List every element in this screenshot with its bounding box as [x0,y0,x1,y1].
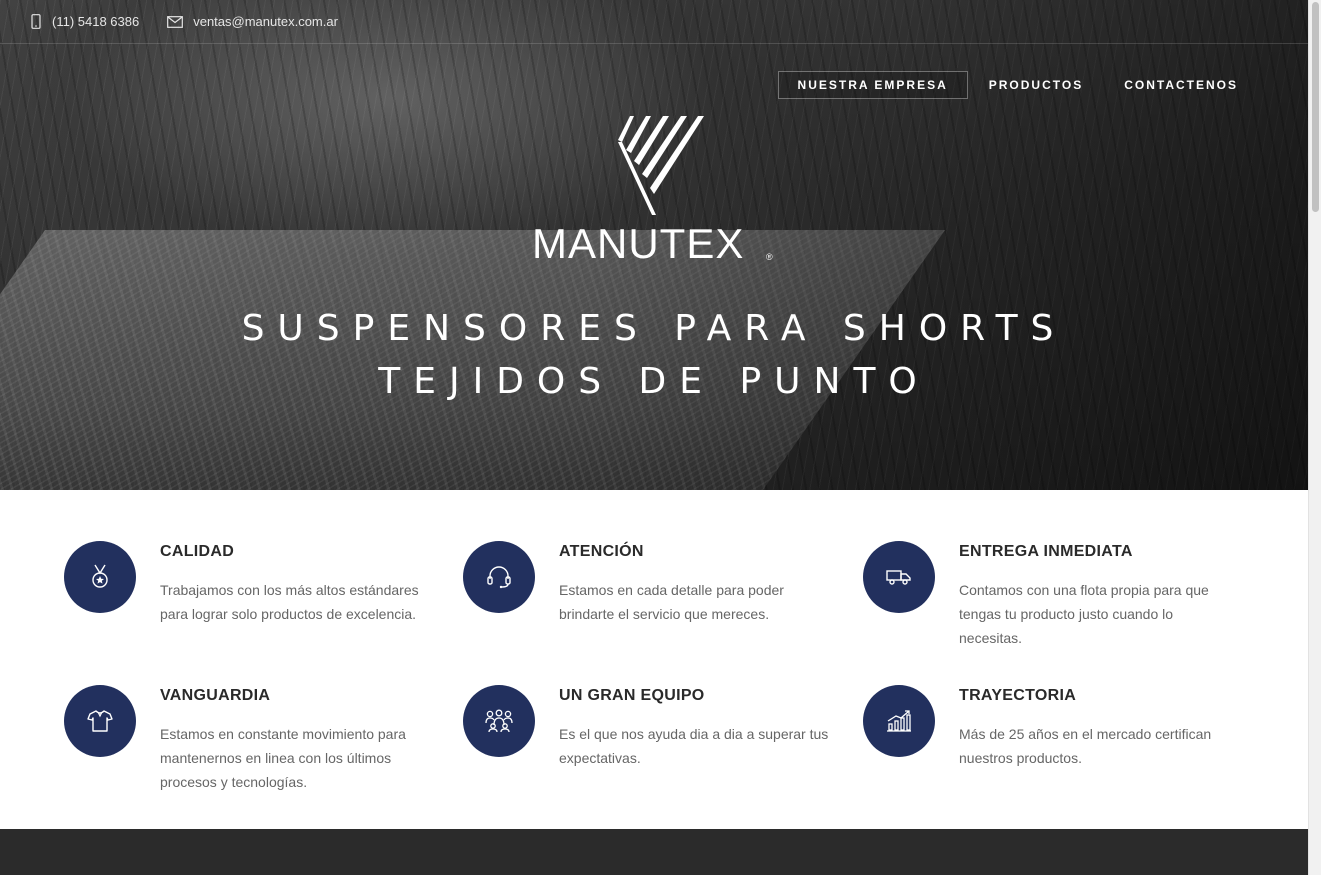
feature-icon-circle [463,541,535,613]
nav-contactenos[interactable]: CONTACTENOS [1104,71,1258,99]
feature-title: TRAYECTORIA [959,687,1077,704]
feature-description: Estamos en cada detalle para poder brind… [559,582,784,622]
brand-name: MANUTEX [532,220,745,267]
nav-nuestra-empresa[interactable]: NUESTRA EMPRESA [777,71,968,99]
logo-mark [618,116,704,215]
headset-icon [487,566,511,589]
dark-section-band [0,829,1308,875]
hero-headline-line2: TEJIDOS DE PUNTO [378,361,930,402]
nav-productos[interactable]: PRODUCTOS [969,71,1103,99]
feature-description: Más de 25 años en el mercado certifican … [959,726,1212,766]
scrollbar-thumb[interactable] [1312,2,1319,212]
feature-title: ATENCIÓN [559,543,644,560]
feature-icon-circle [463,685,535,757]
feature-title: UN GRAN EQUIPO [559,687,705,704]
feature-icon-circle [863,541,935,613]
feature-description: Contamos con una flota propia para que t… [959,582,1209,646]
email-address: ventas@manutex.com.ar [193,14,338,29]
main-nav: NUESTRA EMPRESA PRODUCTOS CONTACTENOS [777,71,1258,99]
feature-title: ENTREGA INMEDIATA [959,543,1133,560]
truck-icon [886,570,911,585]
feature-description: Trabajamos con los más altos estándares … [160,582,419,622]
feature-icon-circle [863,685,935,757]
hero-banner: (11) 5418 6386 ventas@manutex.com.ar NUE… [0,0,1308,490]
feature-title: CALIDAD [160,543,235,560]
phone-contact[interactable]: (11) 5418 6386 [30,14,139,29]
page-scrollbar[interactable] [1308,0,1321,875]
phone-number: (11) 5418 6386 [52,14,140,29]
feature-description: Estamos en constante movimiento para man… [160,726,406,790]
feature-icon-circle [64,685,136,757]
manutex-logo[interactable]: MANUTEX ® [532,112,778,267]
contact-topbar: (11) 5418 6386 ventas@manutex.com.ar [0,0,1308,44]
feature-description: Es el que nos ayuda dia a dia a superar … [559,726,829,766]
email-contact[interactable]: ventas@manutex.com.ar [167,14,338,29]
feature-title: VANGUARDIA [160,687,271,704]
feature-icon-circle [64,541,136,613]
hero-headline-line1: SUSPENSORES PARA SHORTS [241,308,1067,349]
team-icon [485,709,513,733]
medal-icon [92,564,108,588]
registered-mark: ® [766,252,773,262]
mobile-phone-icon [31,14,41,29]
envelope-icon [167,15,184,28]
features-section: CALIDAD Trabajamos con los más altos est… [0,490,1308,829]
shirt-icon [87,710,113,732]
growth-chart-icon [887,710,911,732]
